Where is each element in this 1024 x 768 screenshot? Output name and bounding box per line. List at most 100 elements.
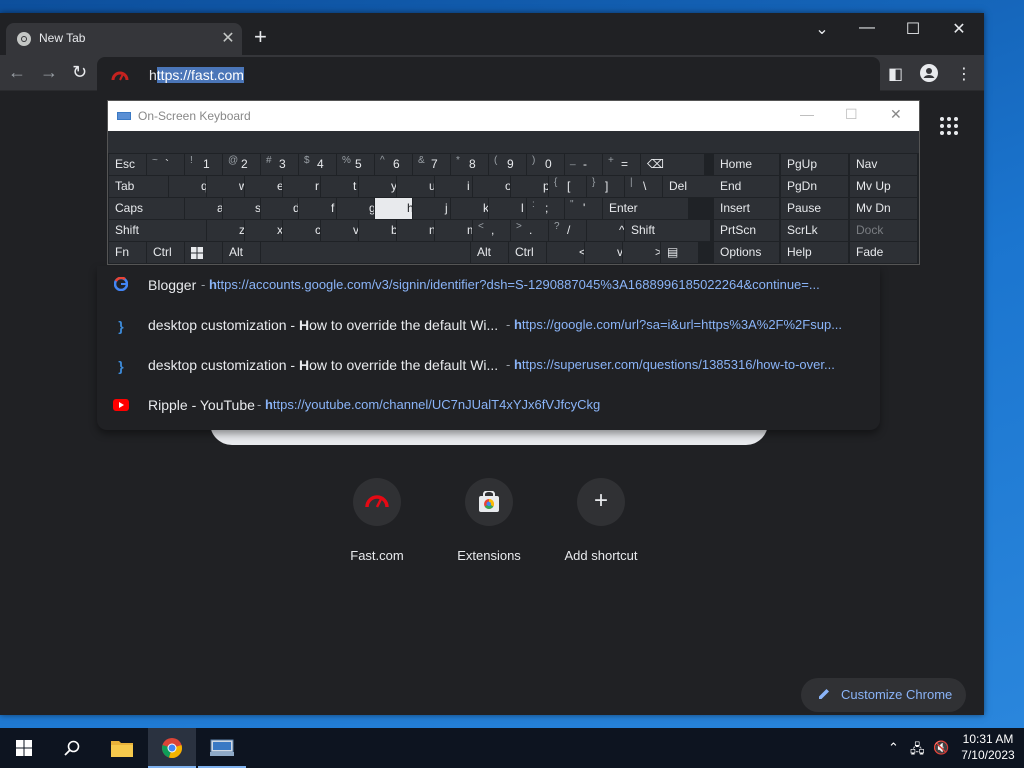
- key-windows[interactable]: [185, 242, 222, 263]
- key-alt[interactable]: Alt: [223, 242, 260, 263]
- key-fade[interactable]: Fade: [850, 242, 917, 263]
- shortcut-fast-com[interactable]: Fast.com: [317, 478, 437, 563]
- key-nav[interactable]: Nav: [850, 154, 917, 175]
- key-[interactable]: <: [547, 242, 584, 263]
- key-n[interactable]: n: [397, 220, 434, 241]
- key-[interactable]: ⌫: [641, 154, 704, 175]
- taskbar-chrome[interactable]: [148, 728, 196, 768]
- key-dock[interactable]: Dock: [850, 220, 917, 241]
- show-hidden-icons[interactable]: ⌃: [888, 740, 899, 756]
- key-ctrl[interactable]: Ctrl: [509, 242, 546, 263]
- key-t[interactable]: t: [321, 176, 358, 197]
- minimize-button[interactable]: —: [852, 19, 882, 37]
- back-icon[interactable]: ←: [8, 63, 26, 81]
- key-prtscn[interactable]: PrtScn: [714, 220, 779, 241]
- side-panel-icon[interactable]: ◧: [888, 64, 903, 84]
- forward-icon[interactable]: →: [40, 63, 58, 81]
- key-options[interactable]: Options: [714, 242, 779, 263]
- suggestion-superuser-1[interactable]: } desktop customization - How to overrid…: [97, 306, 880, 346]
- key-end[interactable]: End: [714, 176, 779, 197]
- key-shift[interactable]: Shift: [109, 220, 206, 241]
- start-button[interactable]: [0, 728, 48, 768]
- key-2[interactable]: @2: [223, 154, 260, 175]
- volume-muted-icon[interactable]: 🔇: [933, 740, 949, 756]
- omnibox[interactable]: https://fast.com: [97, 57, 880, 95]
- key-z[interactable]: z: [207, 220, 244, 241]
- osk-minimize-button[interactable]: —: [800, 106, 814, 122]
- key-[interactable]: >: [623, 242, 660, 263]
- key-w[interactable]: w: [207, 176, 244, 197]
- key-ctrl[interactable]: Ctrl: [147, 242, 184, 263]
- key-[interactable]: {[: [549, 176, 586, 197]
- key-insert[interactable]: Insert: [714, 198, 779, 219]
- key-shift[interactable]: Shift: [625, 220, 710, 241]
- key-j[interactable]: j: [413, 198, 450, 219]
- key-v[interactable]: v: [585, 242, 622, 263]
- network-icon[interactable]: 🖧: [910, 740, 925, 762]
- clock[interactable]: 10:31 AM 7/10/2023: [958, 731, 1018, 763]
- key-9[interactable]: (9: [489, 154, 526, 175]
- key-r[interactable]: r: [283, 176, 320, 197]
- key-i[interactable]: i: [435, 176, 472, 197]
- key-mv-dn[interactable]: Mv Dn: [850, 198, 917, 219]
- osk-maximize-button[interactable]: ☐: [845, 106, 858, 123]
- shortcut-extensions[interactable]: Extensions: [429, 478, 549, 563]
- key-x[interactable]: x: [245, 220, 282, 241]
- key-f[interactable]: f: [299, 198, 336, 219]
- suggestion-youtube[interactable]: Ripple - YouTube - https://youtube.com/c…: [97, 386, 880, 426]
- reload-icon[interactable]: ↻: [72, 63, 87, 81]
- customize-chrome-button[interactable]: Customize Chrome: [801, 678, 966, 712]
- key-fn[interactable]: Fn: [109, 242, 146, 263]
- key-5[interactable]: % 5: [337, 154, 374, 175]
- key-enter[interactable]: Enter: [603, 198, 688, 219]
- key-q[interactable]: q: [169, 176, 206, 197]
- key-[interactable]: }]: [587, 176, 624, 197]
- tab-close-icon[interactable]: ✕: [219, 28, 237, 48]
- suggestion-blogger[interactable]: Blogger - https://accounts.google.com/v3…: [97, 266, 880, 306]
- key-[interactable]: " ': [565, 198, 602, 219]
- key-scrlk[interactable]: ScrLk: [781, 220, 848, 241]
- key-home[interactable]: Home: [714, 154, 779, 175]
- omnibox-text[interactable]: https://fast.com: [149, 67, 244, 83]
- key-s[interactable]: s: [223, 198, 260, 219]
- key-v[interactable]: v: [321, 220, 358, 241]
- key-[interactable]: :;: [527, 198, 564, 219]
- taskbar-on-screen-keyboard[interactable]: [198, 728, 246, 768]
- maximize-button[interactable]: ☐: [898, 19, 928, 39]
- key-[interactable]: _ -: [565, 154, 602, 175]
- key-d[interactable]: d: [261, 198, 298, 219]
- key-7[interactable]: & 7: [413, 154, 450, 175]
- tab-new-tab[interactable]: New Tab ✕: [6, 23, 242, 55]
- new-tab-button[interactable]: +: [254, 26, 267, 48]
- key-caps[interactable]: Caps: [109, 198, 184, 219]
- key-[interactable]: + =: [603, 154, 640, 175]
- key-a[interactable]: a: [185, 198, 222, 219]
- key-p[interactable]: p: [511, 176, 548, 197]
- key-b[interactable]: b: [359, 220, 396, 241]
- close-window-button[interactable]: ✕: [944, 19, 974, 39]
- key-3[interactable]: #3: [261, 154, 298, 175]
- key-8[interactable]: * 8: [451, 154, 488, 175]
- key-[interactable]: ~ `: [147, 154, 184, 175]
- tab-search-icon[interactable]: ⌄: [807, 19, 837, 39]
- key-m[interactable]: m: [435, 220, 472, 241]
- key-[interactable]: ^: [587, 220, 624, 241]
- key-pgdn[interactable]: PgDn: [781, 176, 848, 197]
- key-y[interactable]: y: [359, 176, 396, 197]
- key-h[interactable]: h: [375, 198, 412, 219]
- key-space[interactable]: [261, 242, 470, 263]
- key-6[interactable]: ^ 6: [375, 154, 412, 175]
- key-[interactable]: ? /: [549, 220, 586, 241]
- key-0[interactable]: ) 0: [527, 154, 564, 175]
- apps-grid-icon[interactable]: [940, 117, 958, 135]
- key-u[interactable]: u: [397, 176, 434, 197]
- key-1[interactable]: ! 1: [185, 154, 222, 175]
- suggestion-superuser-2[interactable]: } desktop customization - How to overrid…: [97, 346, 880, 386]
- profile-icon[interactable]: [920, 64, 938, 87]
- key-e[interactable]: e: [245, 176, 282, 197]
- key-c[interactable]: c: [283, 220, 320, 241]
- key-mv-up[interactable]: Mv Up: [850, 176, 917, 197]
- taskbar-file-explorer[interactable]: [98, 728, 146, 768]
- key-menu[interactable]: ▤: [661, 242, 698, 263]
- search-button[interactable]: [48, 728, 96, 768]
